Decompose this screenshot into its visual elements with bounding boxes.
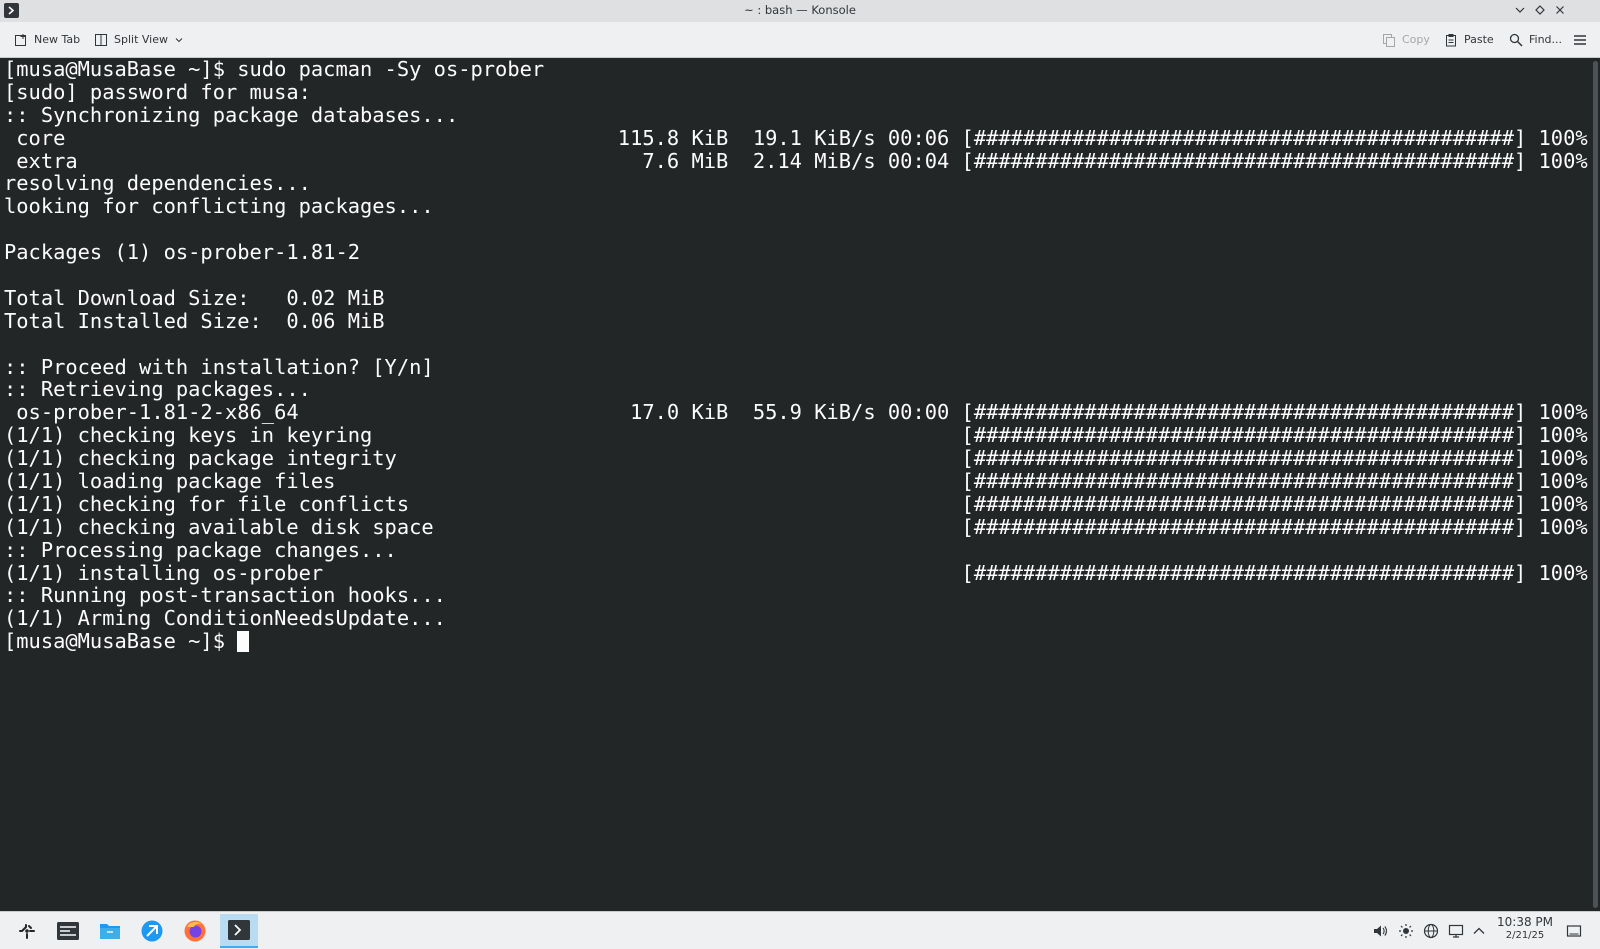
minimize-button[interactable] <box>1512 2 1528 18</box>
split-view-icon <box>95 33 107 46</box>
volume-button[interactable] <box>1371 922 1389 940</box>
terminal-line: (1/1) checking for file conflicts [#####… <box>4 491 1588 516</box>
scrollbar-thumb[interactable] <box>1593 61 1598 908</box>
network-globe-icon <box>1423 923 1439 939</box>
terminal-line: (1/1) installing os-prober [############… <box>4 560 1588 585</box>
volume-icon <box>1374 925 1387 937</box>
file-manager-button[interactable] <box>91 914 129 948</box>
shell-prompt: [musa@MusaBase ~]$ <box>4 629 225 654</box>
terminal-line: os-prober-1.81-2-x86_64 17.0 KiB 55.9 Ki… <box>4 400 1588 425</box>
paste-icon <box>1446 33 1456 46</box>
chevron-up-icon <box>1473 927 1485 934</box>
brightness-button[interactable] <box>1397 922 1415 940</box>
display-icon <box>1448 924 1464 938</box>
chevron-down-icon <box>175 37 183 42</box>
show-desktop-button[interactable] <box>1565 922 1583 940</box>
split-view-label: Split View <box>114 33 168 46</box>
terminal-line: :: Synchronizing package databases... <box>4 102 459 127</box>
terminal-line: :: Processing package changes... <box>4 537 397 562</box>
terminal-output: [musa@MusaBase ~]$ sudo pacman -Sy os-pr… <box>0 58 1590 653</box>
system-monitor-button[interactable] <box>49 914 87 948</box>
terminal-line: :: Proceed with installation? [Y/n] <box>4 354 434 379</box>
clock-date: 2/21/25 <box>1505 930 1545 941</box>
terminal-view[interactable]: [musa@MusaBase ~]$ sudo pacman -Sy os-pr… <box>0 58 1590 911</box>
clock[interactable]: 10:38 PM 2/21/25 <box>1488 916 1562 942</box>
paste-button[interactable]: Paste <box>1444 30 1494 49</box>
diamond-icon <box>1535 5 1545 15</box>
firefox-button[interactable] <box>176 914 214 948</box>
hamburger-menu-icon <box>1574 34 1586 45</box>
copy-button[interactable]: Copy <box>1382 30 1430 49</box>
terminal-line: resolving dependencies... <box>4 171 311 196</box>
terminal-line: :: Running post-transaction hooks... <box>4 583 446 608</box>
terminal-line: (1/1) Arming ConditionNeedsUpdate... <box>4 606 446 631</box>
hamburger-menu-button[interactable] <box>1573 30 1587 49</box>
show-desktop-icon <box>1566 925 1582 937</box>
find-label: Find... <box>1529 33 1563 46</box>
show-hidden-icons-button[interactable] <box>1470 922 1488 940</box>
close-button[interactable] <box>1552 2 1568 18</box>
title-bar[interactable]: ~ : bash — Konsole <box>0 0 1600 22</box>
chevron-down-icon <box>1515 7 1525 13</box>
terminal-line: looking for conflicting packages... <box>4 194 434 219</box>
terminal-line: :: Retrieving packages... <box>4 377 311 402</box>
window-title: ~ : bash — Konsole <box>744 3 856 17</box>
text-cursor <box>236 631 249 653</box>
new-tab-icon <box>15 33 26 46</box>
terminal-line: Total Download Size: 0.02 MiB <box>4 285 385 310</box>
terminal-line: Packages (1) os-prober-1.81-2 <box>4 240 361 265</box>
konsole-icon <box>228 920 250 940</box>
copy-icon <box>1383 33 1395 47</box>
terminal-line: Total Installed Size: 0.06 MiB <box>4 308 385 333</box>
terminal-scrollbar[interactable] <box>1590 58 1600 911</box>
terminal-line: (1/1) checking package integrity [######… <box>4 446 1588 471</box>
taskbar: 10:38 PM 2/21/25 <box>0 911 1600 949</box>
file-manager-icon <box>100 924 120 939</box>
split-view-button[interactable]: Split View <box>94 30 184 49</box>
paste-label: Paste <box>1464 33 1494 46</box>
terminal-line: extra 7.6 MiB 2.14 MiB/s 00:04 [########… <box>4 148 1588 173</box>
maximize-button[interactable] <box>1532 2 1548 18</box>
terminal-line: [musa@MusaBase ~]$ sudo pacman -Sy os-pr… <box>4 58 545 81</box>
terminal-line: (1/1) checking available disk space [###… <box>4 514 1588 539</box>
prompt-line: [musa@MusaBase ~]$ <box>4 630 1590 653</box>
application-launcher-icon <box>19 924 35 939</box>
terminal-line: (1/1) checking keys in keyring [########… <box>4 423 1588 448</box>
clock-time: 10:38 PM <box>1497 915 1553 929</box>
find-button[interactable]: Find... <box>1509 30 1562 49</box>
terminal-line: [sudo] password for musa: <box>4 79 311 104</box>
konsole-task-button[interactable] <box>220 914 258 948</box>
search-icon <box>1509 33 1523 47</box>
terminal-line: (1/1) loading package files [###########… <box>4 469 1588 494</box>
network-button[interactable] <box>1422 922 1440 940</box>
discover-button[interactable] <box>133 914 171 948</box>
system-monitor-icon <box>57 922 79 940</box>
new-tab-button[interactable]: New Tab <box>14 30 80 49</box>
toolbar: New Tab Split View Copy Paste Find... <box>0 22 1600 58</box>
copy-label: Copy <box>1402 33 1430 46</box>
application-launcher-button[interactable] <box>8 914 46 948</box>
display-button[interactable] <box>1447 922 1465 940</box>
new-tab-label: New Tab <box>34 33 81 46</box>
close-icon <box>1556 6 1564 14</box>
discover-icon <box>141 920 163 942</box>
firefox-icon <box>184 920 206 942</box>
brightness-icon <box>1399 924 1413 938</box>
terminal-line: core 115.8 KiB 19.1 KiB/s 00:06 [#######… <box>4 125 1588 150</box>
